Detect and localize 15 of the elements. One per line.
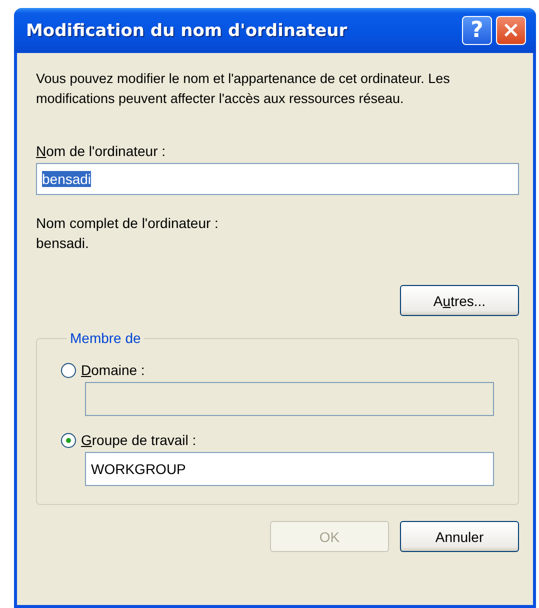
member-field[interactable]: WORKGROUP — [85, 452, 494, 486]
computer-name-field[interactable]: bensadi — [36, 163, 519, 195]
window-title: Modification du nom d'ordinateur — [26, 20, 348, 40]
intro-text: Vous pouvez modifier le nom et l'appartenance de cet ordinateur. Les modifications peuvent affecter l'accès aux ressources réseau. — [36, 70, 451, 108]
full-name-label: Nom complet de l'ordinateur : — [36, 215, 220, 231]
full-name-value: bensadi. — [36, 235, 90, 251]
group-legend: Membre de — [67, 330, 144, 346]
radio-label: Domaine : — [81, 362, 145, 378]
more-button[interactable]: Autres... — [400, 285, 519, 316]
computer-name-label: Nom de l'ordinateur : — [36, 143, 167, 159]
dialog-button[interactable]: Annuler — [400, 521, 519, 552]
radio-label: Groupe de travail : — [81, 432, 196, 448]
radio-button[interactable] — [61, 432, 76, 448]
help-button[interactable]: ? — [462, 16, 492, 45]
close-button[interactable]: × — [496, 16, 526, 45]
